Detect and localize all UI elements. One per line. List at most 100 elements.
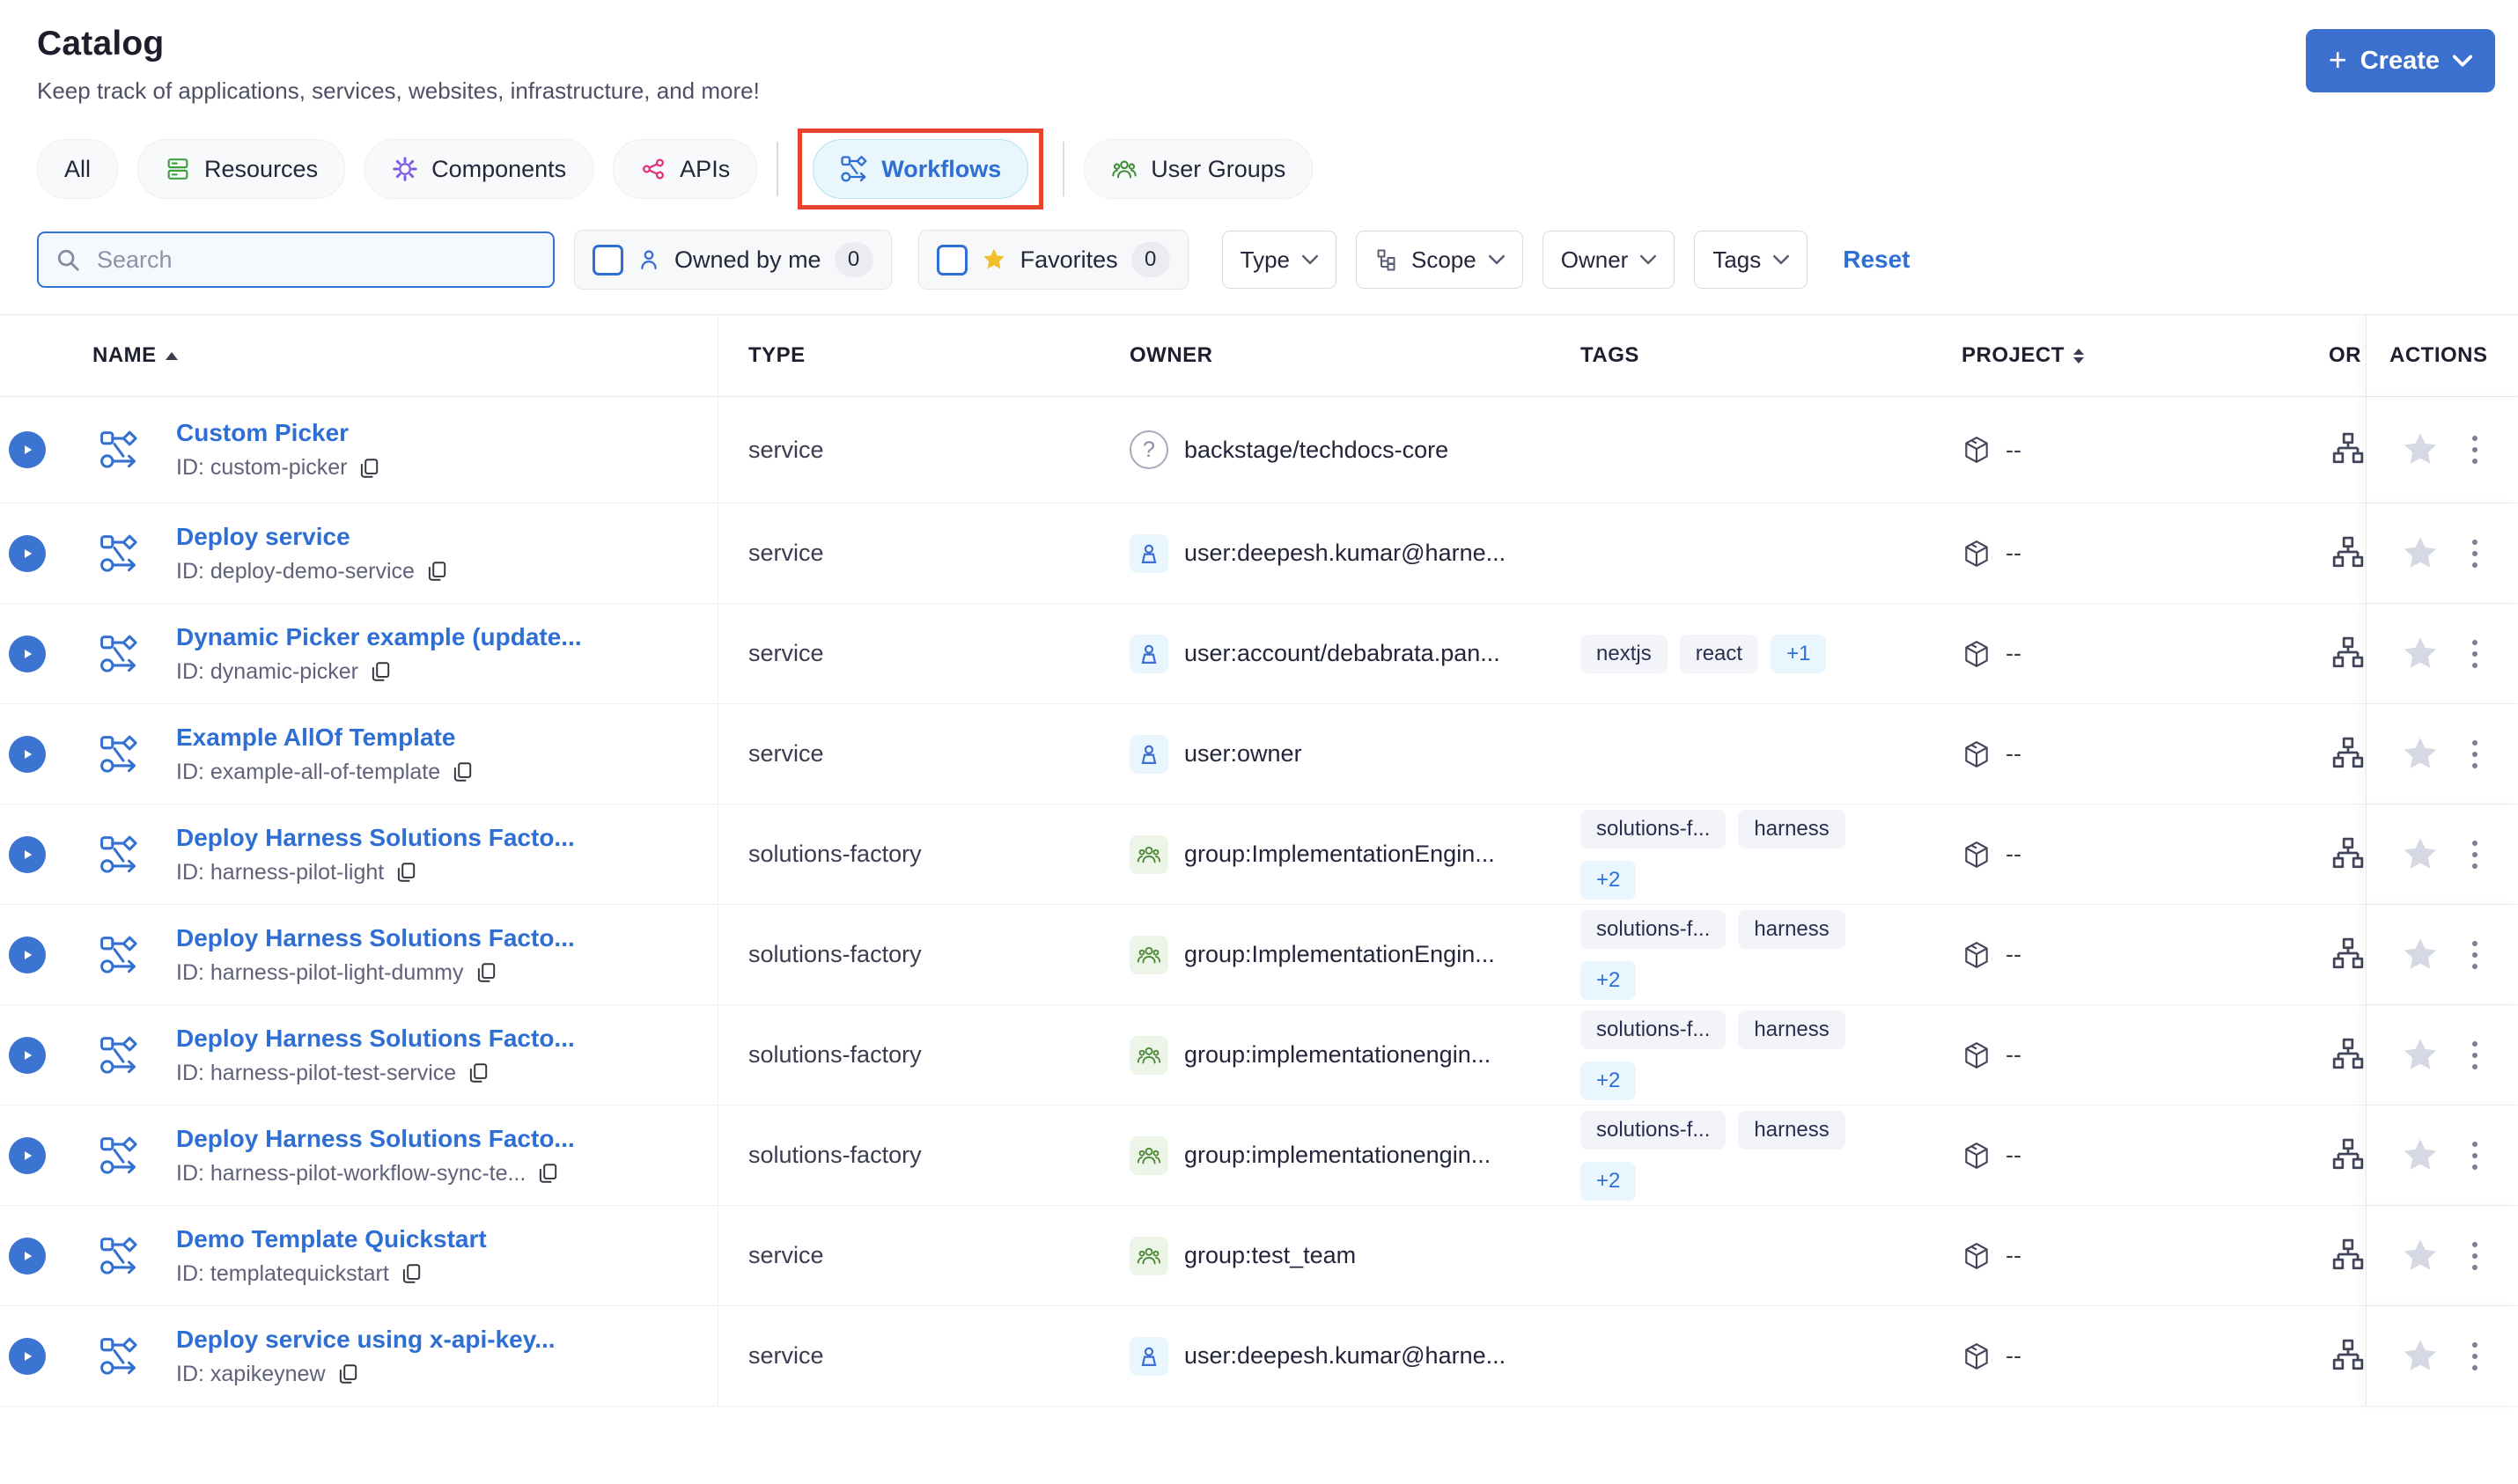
type-filter-dropdown[interactable]: Type <box>1221 231 1336 289</box>
copy-id-button[interactable] <box>451 760 474 783</box>
workflow-icon <box>99 1236 139 1276</box>
run-workflow-button[interactable] <box>9 835 46 873</box>
user-group-icon <box>1111 156 1138 182</box>
copy-id-button[interactable] <box>425 560 448 583</box>
run-workflow-button[interactable] <box>9 1136 46 1174</box>
tag-more-chip[interactable]: +2 <box>1580 860 1637 900</box>
workflow-name-link[interactable]: Deploy service using x-api-key... <box>176 1326 556 1354</box>
row-menu-button[interactable] <box>2469 837 2481 872</box>
column-header-project[interactable]: PROJECT <box>1962 315 2289 396</box>
create-button[interactable]: + Create <box>2305 29 2495 92</box>
row-menu-button[interactable] <box>2469 1038 2481 1073</box>
favorite-star-button[interactable] <box>2400 734 2441 775</box>
workflow-id: ID: harness-pilot-test-service <box>176 1060 457 1085</box>
tab-workflows[interactable]: Workflows <box>813 139 1029 199</box>
row-menu-button[interactable] <box>2469 937 2481 973</box>
tab-all[interactable]: All <box>37 139 119 199</box>
workflow-icon <box>99 1035 139 1076</box>
favorite-star-button[interactable] <box>2400 834 2441 875</box>
run-workflow-button[interactable] <box>9 431 46 468</box>
row-menu-button[interactable] <box>2469 1138 2481 1173</box>
tag-more-chip[interactable]: +1 <box>1771 634 1827 673</box>
owned-by-me-checkbox[interactable] <box>593 244 623 275</box>
project-value: -- <box>2006 1342 2021 1369</box>
favorite-star-button[interactable] <box>2400 1135 2441 1176</box>
play-cell <box>0 1106 62 1205</box>
copy-id-button[interactable] <box>475 961 497 984</box>
run-workflow-button[interactable] <box>9 635 46 672</box>
workflow-name-link[interactable]: Deploy Harness Solutions Facto... <box>176 824 575 852</box>
copy-id-button[interactable] <box>357 457 380 480</box>
project-value: -- <box>2006 841 2021 867</box>
tag-more-chip[interactable]: +2 <box>1580 960 1637 1000</box>
workflow-kind-cell <box>62 397 176 503</box>
org-chart-icon <box>2289 430 2366 469</box>
workflow-name-link[interactable]: Demo Template Quickstart <box>176 1225 487 1253</box>
owner-name: user:owner <box>1184 740 1302 767</box>
column-header-name[interactable]: NAME <box>0 315 718 396</box>
tab-user-groups[interactable]: User Groups <box>1084 139 1314 199</box>
play-icon <box>19 646 35 662</box>
tag-more-chip[interactable]: +2 <box>1580 1061 1637 1100</box>
workflow-name-link[interactable]: Deploy service <box>176 523 350 551</box>
create-button-label: Create <box>2360 46 2440 75</box>
row-menu-button[interactable] <box>2469 737 2481 772</box>
tab-components[interactable]: Components <box>364 139 594 199</box>
project-value: -- <box>2006 1142 2021 1168</box>
scope-filter-dropdown[interactable]: Scope <box>1356 231 1523 289</box>
workflow-name-link[interactable]: Example AllOf Template <box>176 724 455 752</box>
row-menu-button[interactable] <box>2469 432 2481 467</box>
tag-more-chip[interactable]: +2 <box>1580 1161 1637 1201</box>
tags-filter-dropdown[interactable]: Tags <box>1694 231 1808 289</box>
run-workflow-button[interactable] <box>9 735 46 773</box>
run-workflow-button[interactable] <box>9 1036 46 1074</box>
favorite-star-button[interactable] <box>2400 533 2441 574</box>
workflow-id-line: ID: harness-pilot-light <box>176 860 417 885</box>
row-menu-button[interactable] <box>2469 636 2481 672</box>
actions-cell <box>2366 1306 2518 1406</box>
project-cell: -- <box>1962 905 2289 1004</box>
workflow-id-line: ID: harness-pilot-test-service <box>176 1061 490 1086</box>
play-icon <box>19 746 35 762</box>
favorite-star-button[interactable] <box>2400 634 2441 674</box>
copy-id-button[interactable] <box>336 1363 359 1385</box>
workflow-name-link[interactable]: Deploy Harness Solutions Facto... <box>176 1125 575 1153</box>
favorites-checkbox[interactable] <box>936 244 968 275</box>
owned-by-me-label: Owned by me <box>674 246 821 273</box>
row-menu-button[interactable] <box>2469 536 2481 571</box>
copy-icon <box>451 760 474 783</box>
copy-id-button[interactable] <box>394 861 417 884</box>
copy-id-button[interactable] <box>400 1262 423 1285</box>
favorite-star-button[interactable] <box>2400 935 2441 975</box>
workflow-name-link[interactable]: Deploy Harness Solutions Facto... <box>176 924 575 952</box>
owner-cell: group:ImplementationEngin... <box>1130 905 1580 1004</box>
copy-id-button[interactable] <box>536 1162 559 1185</box>
search-input[interactable] <box>95 245 537 275</box>
copy-id-button[interactable] <box>467 1062 490 1084</box>
run-workflow-button[interactable] <box>9 936 46 973</box>
favorite-star-button[interactable] <box>2400 430 2441 470</box>
play-icon <box>19 546 35 562</box>
favorite-star-button[interactable] <box>2400 1035 2441 1076</box>
row-menu-button[interactable] <box>2469 1238 2481 1274</box>
favorite-star-button[interactable] <box>2400 1336 2441 1377</box>
workflow-name-link[interactable]: Custom Picker <box>176 419 349 447</box>
table-row: Deploy Harness Solutions Facto... ID: ha… <box>0 1106 2518 1206</box>
favorite-star-button[interactable] <box>2400 1236 2441 1276</box>
favorites-label: Favorites <box>1020 246 1118 273</box>
tab-resources[interactable]: Resources <box>137 139 346 199</box>
tab-apis[interactable]: APIs <box>613 139 758 199</box>
row-menu-button[interactable] <box>2469 1339 2481 1374</box>
catalog-table: NAME TYPE OWNER TAGS PROJECT OR ACTIONS … <box>0 314 2518 1407</box>
run-workflow-button[interactable] <box>9 534 46 572</box>
workflow-name-link[interactable]: Deploy Harness Solutions Facto... <box>176 1025 575 1053</box>
run-workflow-button[interactable] <box>9 1337 46 1375</box>
type-cell: service <box>748 640 824 666</box>
owner-filter-dropdown[interactable]: Owner <box>1542 231 1675 289</box>
run-workflow-button[interactable] <box>9 1237 46 1275</box>
play-cell <box>0 1206 62 1305</box>
table-row: Deploy Harness Solutions Facto... ID: ha… <box>0 1005 2518 1106</box>
workflow-name-link[interactable]: Dynamic Picker example (update... <box>176 623 582 651</box>
copy-id-button[interactable] <box>369 660 392 683</box>
reset-filters-link[interactable]: Reset <box>1843 246 1910 274</box>
